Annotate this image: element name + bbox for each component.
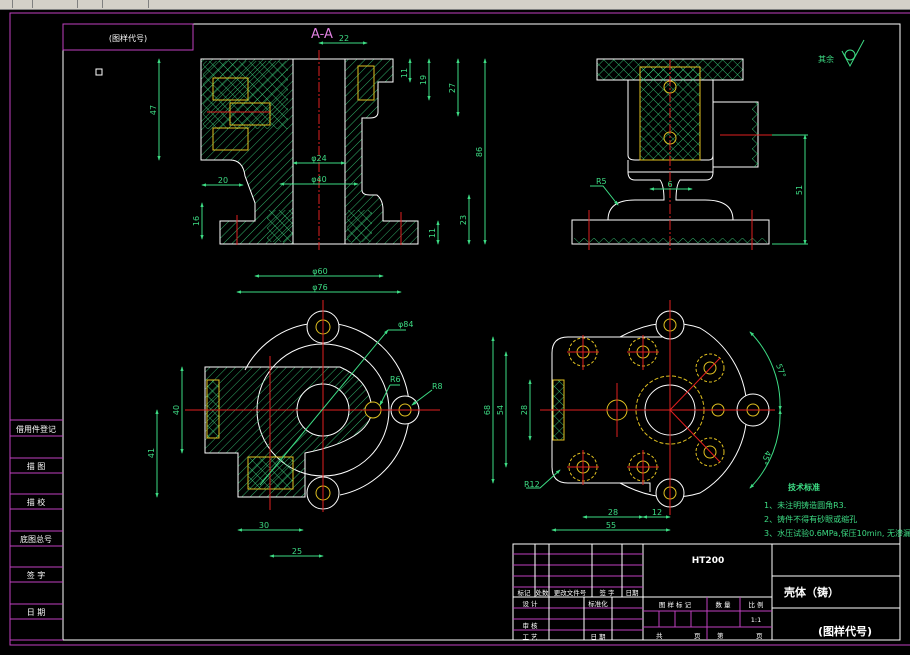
page-unit: 页: [756, 632, 763, 640]
sidebar-label: 描 图: [27, 461, 46, 471]
dim-label: φ84: [398, 320, 413, 329]
dim-label: φ24: [311, 154, 326, 163]
dim-label: 45°: [759, 449, 772, 465]
dim-label: 47: [149, 105, 158, 115]
dim-label: φ60: [312, 267, 327, 276]
sidebar-label: 签 字: [27, 570, 46, 580]
dim-label: 19: [419, 75, 428, 85]
dim-label: 28: [608, 508, 618, 517]
page-unit: 页: [694, 632, 701, 640]
dim-label: 86: [475, 147, 484, 157]
dim-label: 16: [192, 216, 201, 226]
dim-label: 30: [259, 521, 269, 530]
dim-label: 23: [459, 215, 468, 225]
rev-header: 日期: [626, 589, 640, 597]
scale-label: 比 例: [748, 600, 763, 609]
dim-label: 25: [292, 547, 302, 556]
design-label: 设 计: [522, 599, 538, 608]
rev-header: 签 字: [599, 588, 615, 597]
dim-label: R12: [524, 480, 540, 489]
review-label: 审 核: [522, 621, 538, 630]
sidebar-label: 日 期: [27, 608, 46, 617]
crosshatch-region: [206, 379, 220, 439]
technical-requirements: 技术标准 1、未注明铸造圆角R3. 2、铸件不得有砂眼或缩孔 3、水压试验0.6…: [764, 482, 910, 538]
caption-text: (图样代号): [109, 33, 147, 43]
dim-label: R6: [390, 375, 401, 384]
small-square-marker: [95, 68, 103, 76]
rev-header: 更改文件号: [554, 588, 587, 597]
dim-label: R5: [596, 177, 607, 186]
crosshatch-region: [203, 61, 288, 129]
rev-header: 标记: [518, 588, 532, 597]
crosshatch-region: [347, 210, 372, 242]
material: HT200: [692, 556, 724, 566]
sidebar-table: [10, 419, 63, 641]
dim-label: 11: [400, 68, 409, 78]
dim-label: 55: [606, 521, 616, 530]
sheet-label: 第: [717, 631, 724, 640]
plan-view-right[interactable]: 68 54 28 R12 28 12 55 57° 45°: [483, 300, 787, 532]
sidebar-label: 借用件登记: [16, 424, 56, 434]
dim-label: R8: [432, 382, 443, 391]
cad-drawing[interactable]: (图样代号) 借用件登记 描 图 描 校 底图总号 签 字 日 期 A-A 22…: [0, 0, 910, 655]
dim-label: 6: [667, 180, 672, 189]
dim-label: 27: [448, 83, 457, 93]
date-label: 日 期: [590, 633, 606, 641]
side-view[interactable]: R5 6 51: [571, 58, 808, 250]
dim-label: 28: [520, 405, 529, 415]
dim-label: 68: [483, 405, 492, 415]
dim-label: 51: [795, 185, 804, 195]
dim-label: 22: [339, 34, 349, 43]
inner-frame: [62, 23, 901, 641]
standardization-label: 标准化: [588, 599, 608, 608]
dim-label: φ40: [311, 175, 326, 184]
roughness-label: 其余: [818, 54, 834, 64]
tech-note: 3、水压试验0.6MPa,保压10min, 无渗漏: [764, 528, 910, 538]
quantity-label: 数 量: [715, 600, 731, 609]
process-label: 工 艺: [522, 633, 538, 641]
drawing-mark-label: 图 样 标 记: [659, 600, 692, 609]
outer-frame: [9, 12, 910, 646]
tech-notes-title: 技术标准: [788, 482, 820, 492]
dim-label: 40: [172, 405, 181, 415]
roughness-symbol-icon: [841, 39, 865, 68]
dim-label: φ76: [312, 283, 327, 292]
dim-label: 20: [218, 176, 228, 185]
plan-view-left[interactable]: φ84 R6 R8 40 41 30 25: [147, 300, 443, 558]
drawing-code: (图样代号): [818, 624, 872, 638]
dim-label: 41: [147, 448, 156, 458]
section-label: A-A: [311, 27, 333, 42]
crosshatch-region: [267, 210, 293, 242]
sidebar-label: 底图总号: [20, 534, 52, 544]
tech-note: 2、铸件不得有砂眼或缩孔: [764, 514, 857, 524]
tech-note: 1、未注明铸造圆角R3.: [764, 500, 846, 510]
rev-header: 处数: [536, 588, 550, 597]
dim-label: 12: [652, 508, 662, 517]
part-name: 壳体（铸）: [783, 585, 839, 599]
section-view-a-a[interactable]: A-A 22 11 19 27 86 47 20 φ24 φ40 16 23 1…: [149, 27, 487, 294]
scale-value: 1:1: [751, 616, 761, 624]
sidebar-label: 描 校: [27, 497, 46, 507]
dim-label: 54: [496, 405, 505, 415]
dim-label: 11: [428, 228, 437, 238]
total-label: 共: [656, 631, 663, 640]
